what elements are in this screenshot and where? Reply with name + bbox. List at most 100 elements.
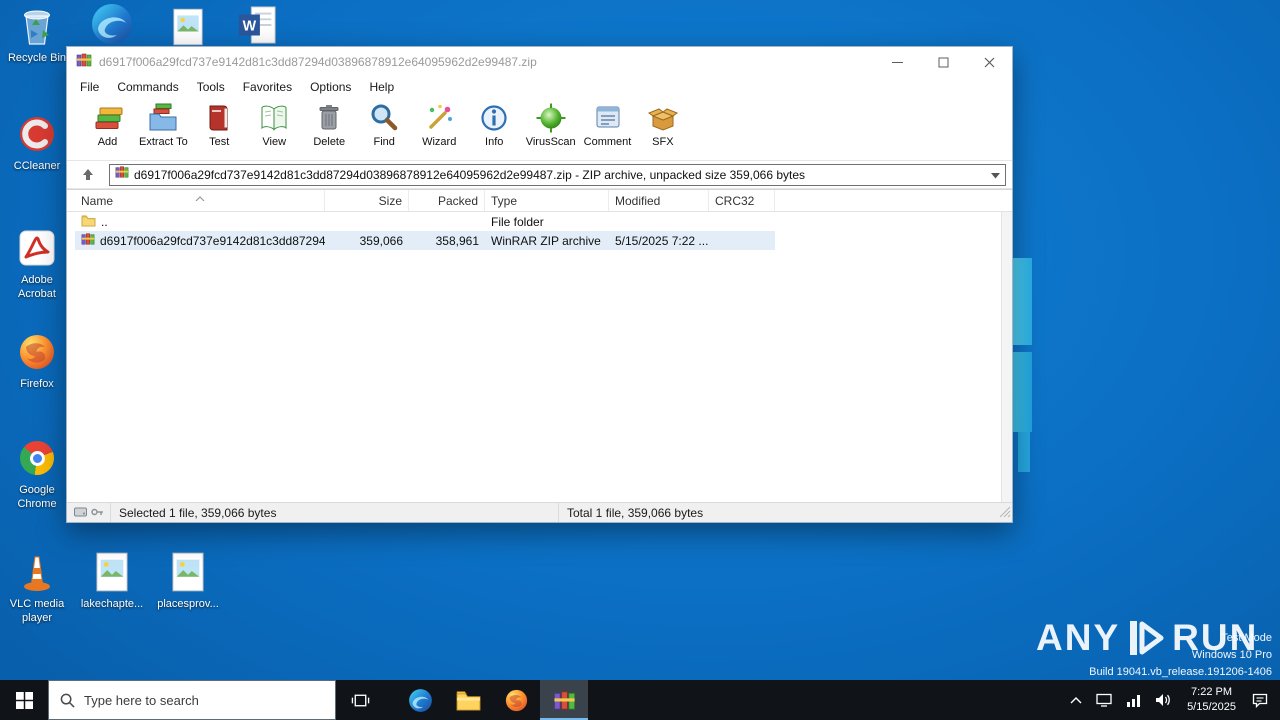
- menu-file[interactable]: File: [71, 79, 108, 95]
- taskbar-clock[interactable]: 7:22 PM 5/15/2025: [1178, 680, 1245, 720]
- virus-scan-icon: [534, 101, 568, 135]
- file-packed: 358,961: [435, 233, 479, 248]
- tray-volume-button[interactable]: [1148, 680, 1178, 720]
- info-icon: [477, 101, 511, 135]
- file-size: [325, 212, 409, 231]
- column-header-crc32[interactable]: CRC32: [709, 190, 775, 211]
- vlc-icon: [15, 550, 59, 594]
- desktop-icon-lakechapter-image[interactable]: lakechapte...: [76, 550, 148, 611]
- table-row-zip-archive[interactable]: d6917f006a29fcd737e9142d81c3dd87294d... …: [75, 231, 775, 250]
- taskbar-winrar-button[interactable]: [540, 680, 588, 720]
- column-header-modified[interactable]: Modified: [609, 190, 709, 211]
- column-header-name[interactable]: Name: [75, 190, 325, 211]
- windows-logo-icon: [15, 691, 33, 709]
- file-modified: 5/15/2025 7:22 ...: [615, 233, 709, 248]
- file-name: d6917f006a29fcd737e9142d81c3dd87294d...: [100, 233, 325, 248]
- action-center-button[interactable]: [1245, 680, 1280, 720]
- wallpaper-beam: [1018, 432, 1030, 472]
- wizard-button[interactable]: Wizard: [413, 99, 466, 159]
- menu-tools[interactable]: Tools: [188, 79, 234, 95]
- tray-network-button[interactable]: [1119, 680, 1148, 720]
- vertical-scrollbar[interactable]: [1001, 212, 1012, 502]
- menu-options[interactable]: Options: [301, 79, 360, 95]
- task-view-button[interactable]: [336, 680, 384, 720]
- anyrun-watermark-info: Test Mode Windows 10 Pro Build 19041.vb_…: [1089, 630, 1272, 681]
- up-one-level-button[interactable]: [71, 165, 105, 185]
- show-hidden-icons-button[interactable]: [1063, 680, 1089, 720]
- toolbar: Add Extract To Test View Delete Find Wiz…: [67, 97, 1012, 161]
- search-input[interactable]: [84, 692, 284, 708]
- address-bar: d6917f006a29fcd737e9142d81c3dd87294d0389…: [67, 161, 1012, 189]
- archive-path-combobox[interactable]: d6917f006a29fcd737e9142d81c3dd87294d0389…: [109, 163, 1006, 186]
- desktop-icon-image-top[interactable]: [152, 5, 224, 49]
- archive-icon: [115, 165, 129, 184]
- adobe-acrobat-icon: [15, 226, 59, 270]
- comment-button[interactable]: Comment: [581, 99, 635, 159]
- column-header-packed[interactable]: Packed: [409, 190, 485, 211]
- file-crc32: [709, 231, 775, 250]
- virus-scan-button[interactable]: VirusScan: [523, 99, 579, 159]
- table-row-parent-folder[interactable]: .. File folder: [75, 212, 775, 231]
- chrome-icon: [15, 436, 59, 480]
- menu-help[interactable]: Help: [360, 79, 403, 95]
- sfx-icon: [646, 101, 680, 135]
- taskbar-edge-button[interactable]: [396, 680, 444, 720]
- titlebar[interactable]: d6917f006a29fcd737e9142d81c3dd87294d0389…: [67, 47, 1012, 77]
- desktop-icon-edge[interactable]: [76, 2, 148, 46]
- desktop-icon-label: VLC media player: [9, 598, 65, 625]
- menu-commands[interactable]: Commands: [108, 79, 187, 95]
- menu-favorites[interactable]: Favorites: [234, 79, 301, 95]
- firefox-icon: [505, 689, 527, 711]
- wallpaper-beam: [1013, 352, 1032, 432]
- desktop-icon-label: Recycle Bin: [7, 52, 67, 64]
- folder-up-icon: [81, 214, 96, 230]
- search-icon: [60, 693, 75, 708]
- taskbar-search-box[interactable]: [48, 680, 336, 720]
- file-list-panel: Name Size Packed Type Modified CRC32 ..: [67, 189, 1012, 502]
- desktop-icon-vlc[interactable]: VLC media player: [1, 550, 73, 626]
- minimize-button[interactable]: [874, 47, 920, 77]
- column-header-type[interactable]: Type: [485, 190, 609, 211]
- resize-grip[interactable]: [998, 505, 1011, 521]
- extract-to-button[interactable]: Extract To: [136, 99, 191, 159]
- extract-to-icon: [146, 101, 180, 135]
- clock-date: 5/15/2025: [1187, 701, 1236, 713]
- watermark-os: Windows 10 Pro: [1191, 649, 1272, 662]
- desktop-icon-google-chrome[interactable]: Google Chrome: [1, 436, 73, 512]
- tray-display-button[interactable]: [1089, 680, 1119, 720]
- desktop-icon-ccleaner[interactable]: CCleaner: [1, 112, 73, 173]
- chevron-up-icon: [1070, 697, 1082, 704]
- column-header-size[interactable]: Size: [325, 190, 409, 211]
- chevron-down-icon[interactable]: [991, 166, 1000, 184]
- desktop-icon-label: Adobe Acrobat: [18, 274, 56, 301]
- image-file-icon: [90, 550, 134, 594]
- recycle-bin-icon: [15, 4, 59, 48]
- delete-button[interactable]: Delete: [303, 99, 356, 159]
- status-total: Total 1 file, 359,066 bytes: [567, 505, 704, 520]
- desktop-icon-label: CCleaner: [13, 160, 61, 172]
- view-button[interactable]: View: [248, 99, 301, 159]
- add-button[interactable]: Add: [81, 99, 134, 159]
- desktop-icon-placesprov-image[interactable]: placesprov...: [152, 550, 224, 611]
- taskbar-firefox-button[interactable]: [492, 680, 540, 720]
- desktop-icon-recycle-bin[interactable]: Recycle Bin: [1, 4, 73, 65]
- maximize-button[interactable]: [920, 47, 966, 77]
- info-button[interactable]: Info: [468, 99, 521, 159]
- desktop-icon-firefox[interactable]: Firefox: [1, 330, 73, 391]
- window-title: d6917f006a29fcd737e9142d81c3dd87294d0389…: [99, 55, 537, 69]
- test-button[interactable]: Test: [193, 99, 246, 159]
- file-type: WinRAR ZIP archive: [491, 233, 601, 248]
- start-button[interactable]: [0, 680, 48, 720]
- image-file-icon: [166, 5, 210, 49]
- sfx-button[interactable]: SFX: [636, 99, 689, 159]
- taskbar-file-explorer-button[interactable]: [444, 680, 492, 720]
- desktop-icon-word-document[interactable]: W: [222, 3, 294, 47]
- desktop-icon-adobe-acrobat[interactable]: Adobe Acrobat: [1, 226, 73, 302]
- find-icon: [367, 101, 401, 135]
- close-button[interactable]: [966, 47, 1012, 77]
- view-file-icon: [257, 101, 291, 135]
- task-view-icon: [351, 694, 369, 706]
- find-button[interactable]: Find: [358, 99, 411, 159]
- add-archive-icon: [91, 101, 125, 135]
- file-packed: [409, 212, 485, 231]
